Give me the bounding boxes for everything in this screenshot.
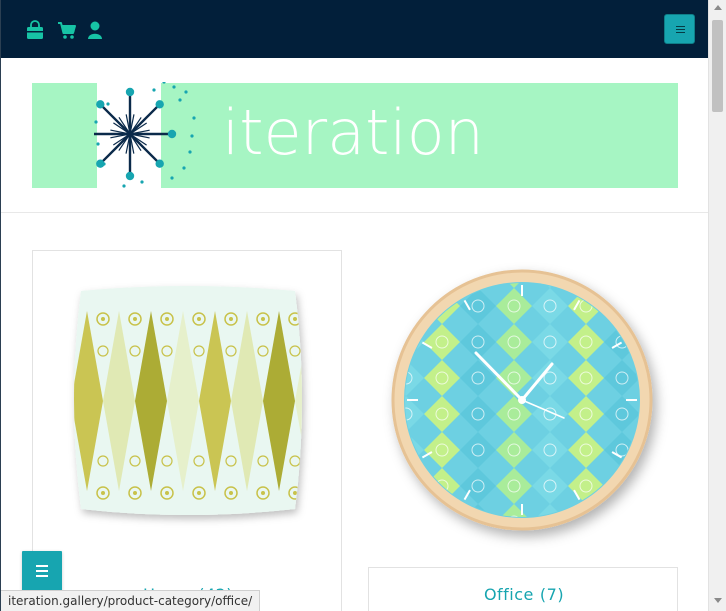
wall-clock-image (391, 269, 653, 531)
user-icon[interactable] (85, 20, 105, 40)
menu-toggle-button[interactable] (664, 14, 695, 44)
scroll-up-arrow-icon[interactable] (714, 5, 722, 10)
vertical-scrollbar[interactable] (708, 0, 726, 611)
category-card-office-footer[interactable]: Office (7) (368, 567, 678, 611)
hamburger-icon (676, 26, 685, 34)
category-card-office[interactable] (368, 250, 678, 611)
site-logo[interactable]: iteration (32, 82, 678, 188)
category-name: Office (483, 585, 534, 604)
browser-viewport: iteration Office (7) iteration.gallery/p… (0, 0, 726, 611)
hamburger-icon (36, 565, 48, 580)
logo-text: iteration (222, 96, 484, 169)
top-nav-bar (1, 0, 709, 58)
shopping-bag-icon[interactable] (25, 20, 45, 40)
category-card-home[interactable]: Home(42) (32, 250, 342, 611)
shopping-cart-icon[interactable] (57, 20, 77, 40)
scrollbar-thumb[interactable] (712, 20, 723, 112)
category-count: (7) (539, 585, 565, 604)
browser-status-bar: iteration.gallery/product-category/offic… (1, 590, 261, 611)
header-divider (1, 212, 709, 213)
scroll-down-arrow-icon[interactable] (714, 598, 722, 603)
floating-menu-button[interactable] (22, 551, 62, 591)
page: iteration Office (7) iteration.gallery/p… (0, 0, 709, 611)
starburst-logo-icon (94, 82, 196, 188)
throw-pillow-image (74, 286, 302, 515)
category-title-office[interactable]: Office (7) (369, 585, 679, 604)
